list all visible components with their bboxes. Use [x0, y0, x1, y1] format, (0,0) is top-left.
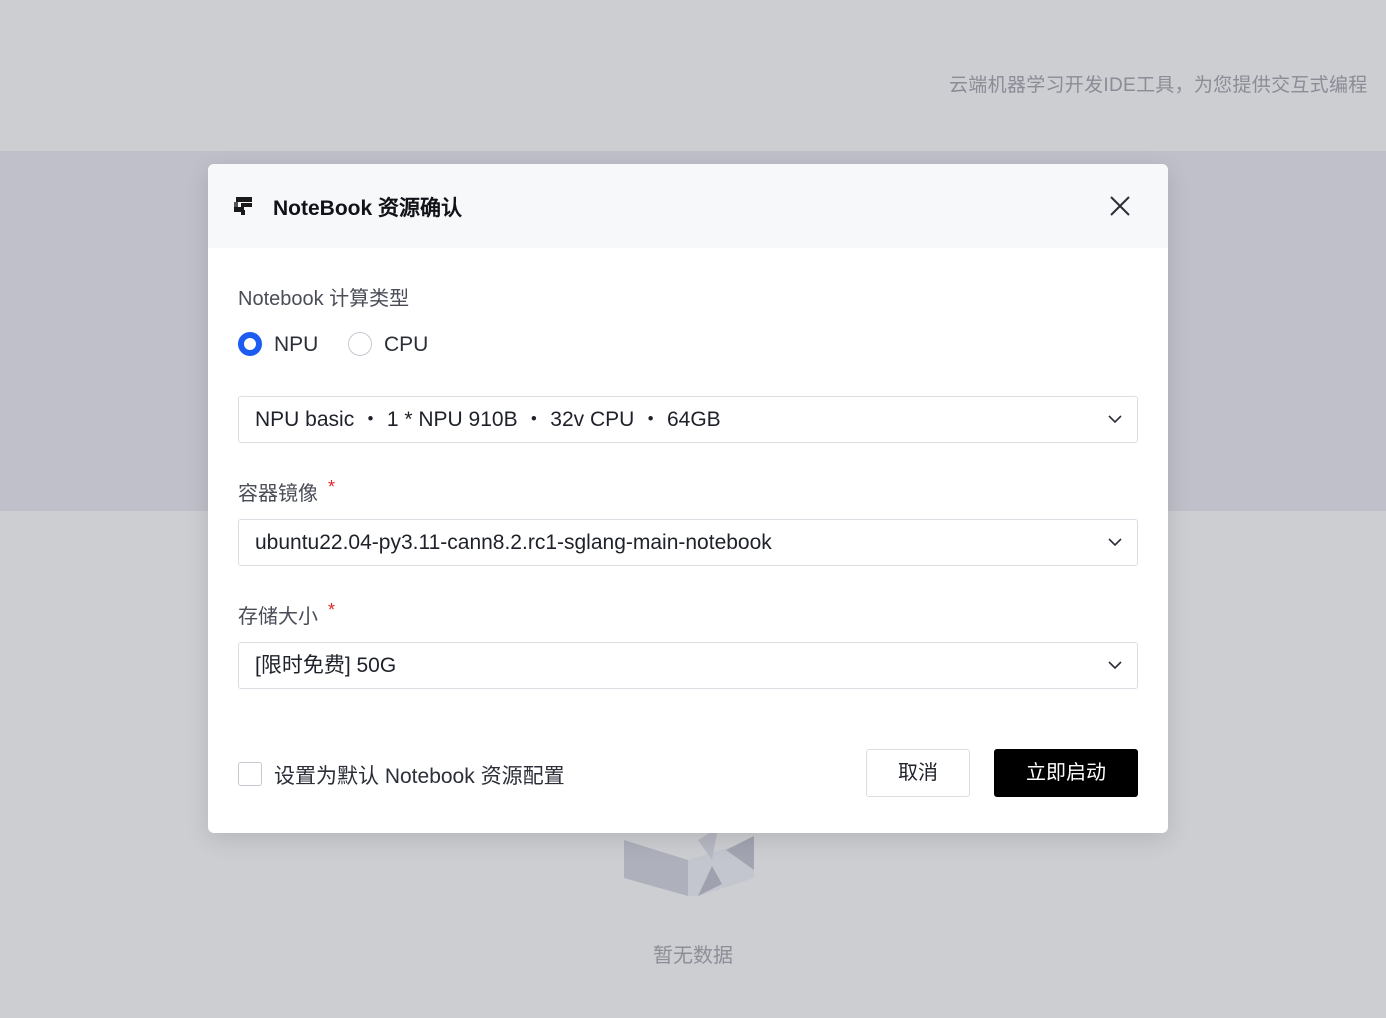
- notebook-icon: [234, 197, 252, 215]
- chevron-down-icon: [1108, 661, 1122, 670]
- spec-select-value: NPU basic ・ 1 * NPU 910B ・ 32v CPU ・ 64G…: [255, 408, 721, 431]
- storage-select[interactable]: [限时免费] 50G: [238, 642, 1138, 689]
- radio-cpu-label: CPU: [384, 333, 429, 356]
- required-marker: *: [328, 477, 336, 497]
- spec-select[interactable]: NPU basic ・ 1 * NPU 910B ・ 32v CPU ・ 64G…: [238, 396, 1138, 443]
- storage-select-value: [限时免费] 50G: [255, 654, 397, 677]
- image-select[interactable]: ubuntu22.04-py3.11-cann8.2.rc1-sglang-ma…: [238, 519, 1138, 566]
- dialog-title: NoteBook 资源确认: [273, 197, 462, 220]
- required-marker: *: [328, 600, 336, 620]
- page-subtitle: 云端机器学习开发IDE工具，为您提供交互式编程: [949, 75, 1368, 96]
- empty-state-text: 暂无数据: [653, 945, 733, 967]
- storage-label-text: 存储大小: [238, 606, 318, 628]
- image-select-value: ubuntu22.04-py3.11-cann8.2.rc1-sglang-ma…: [255, 531, 772, 554]
- start-now-button[interactable]: 立即启动: [994, 749, 1138, 797]
- storage-label: 存储大小 *: [238, 600, 335, 629]
- chevron-down-icon: [1108, 538, 1122, 547]
- compute-type-label: Notebook 计算类型: [238, 288, 410, 310]
- close-icon[interactable]: [1106, 192, 1134, 220]
- radio-cpu[interactable]: CPU: [348, 331, 438, 359]
- image-label-text: 容器镜像: [238, 483, 318, 505]
- default-config-label[interactable]: 设置为默认 Notebook 资源配置: [274, 760, 565, 790]
- cancel-button[interactable]: 取消: [866, 749, 970, 797]
- dialog-header: NoteBook 资源确认: [208, 164, 1168, 248]
- radio-unchecked-icon: [348, 332, 372, 356]
- radio-checked-icon: [238, 332, 262, 356]
- image-label: 容器镜像 *: [238, 477, 335, 506]
- chevron-down-icon: [1108, 415, 1122, 424]
- radio-npu[interactable]: NPU: [238, 331, 328, 359]
- resource-confirm-dialog: NoteBook 资源确认 Notebook 计算类型 NPU CPU NPU …: [208, 164, 1168, 833]
- default-config-checkbox[interactable]: [238, 762, 262, 786]
- radio-npu-label: NPU: [274, 333, 319, 356]
